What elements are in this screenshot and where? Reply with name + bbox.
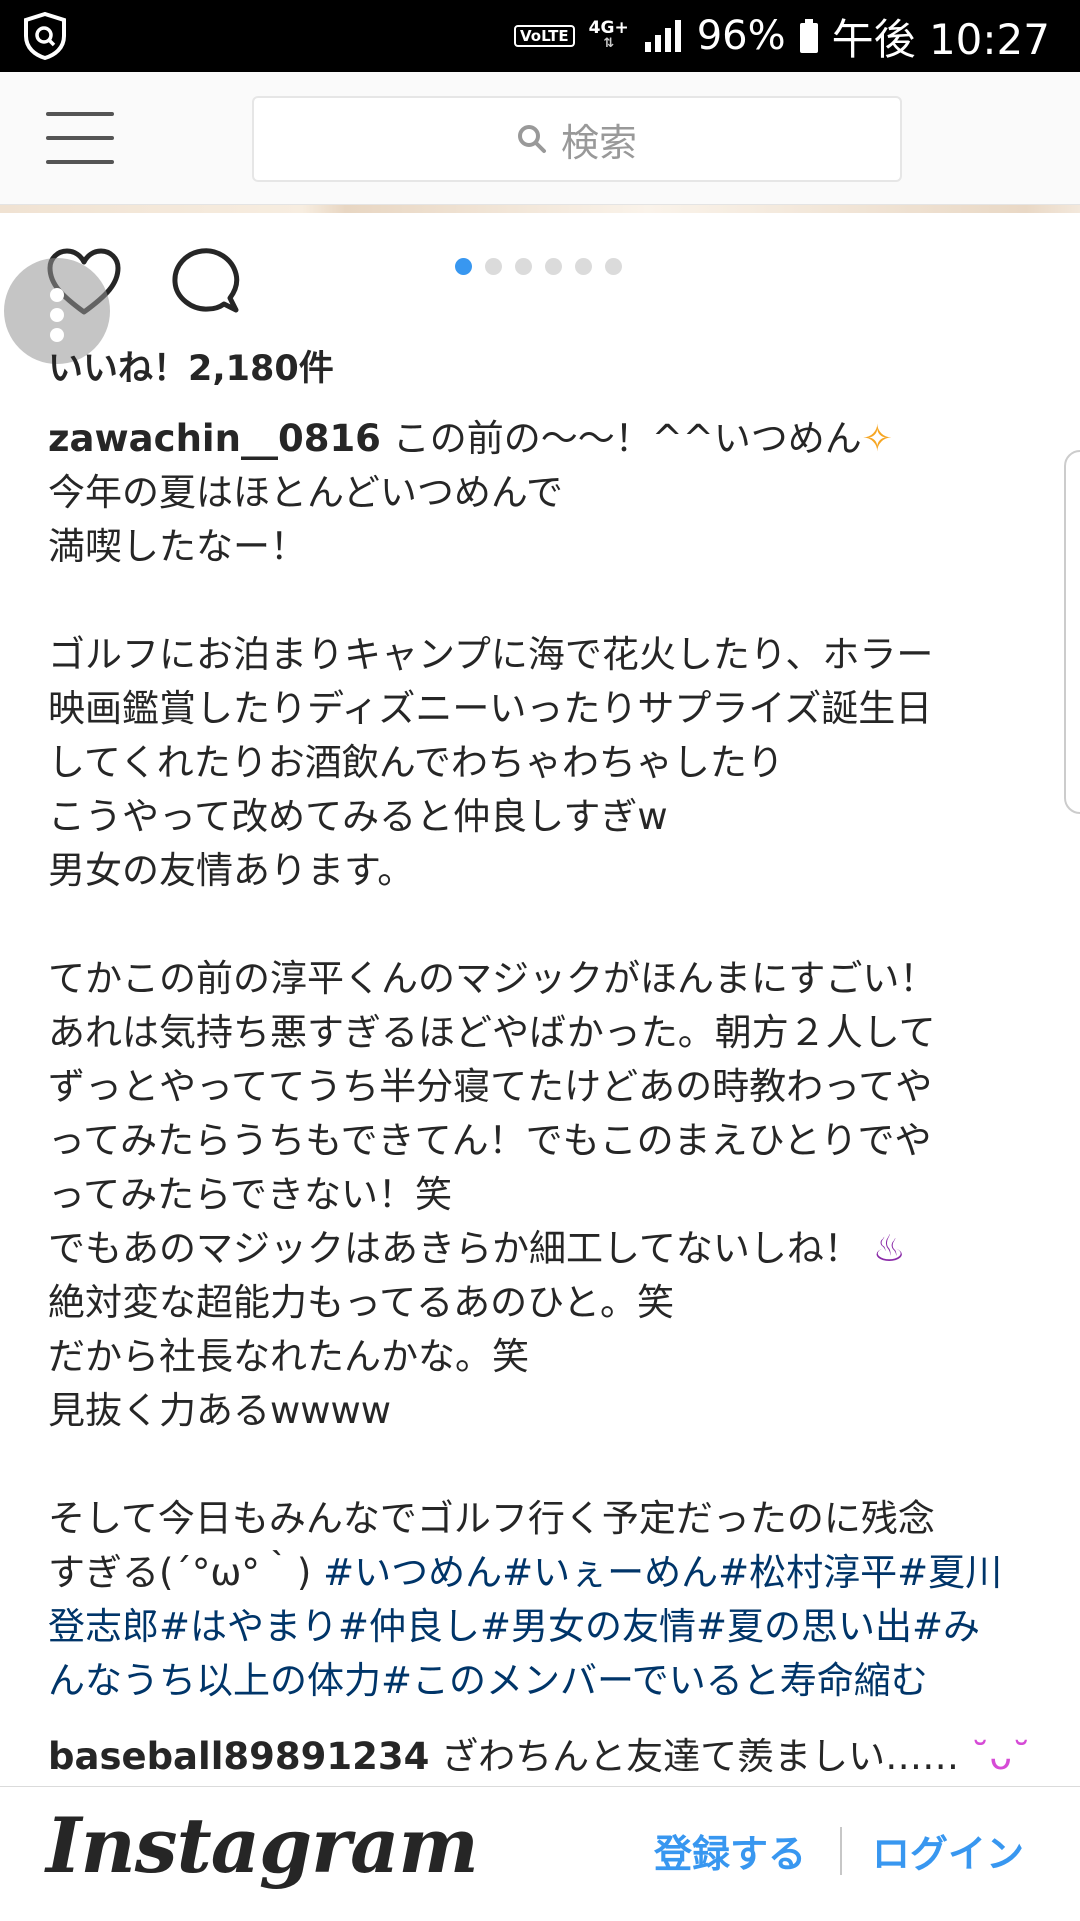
- divider: [840, 1827, 842, 1875]
- carousel-dot: [485, 258, 502, 275]
- signal-icon: [644, 20, 681, 52]
- app-header: 検索: [0, 72, 1080, 205]
- menu-button[interactable]: [46, 112, 118, 166]
- carousel-indicator: [455, 258, 622, 275]
- battery-percent: 96%: [696, 13, 786, 59]
- signup-link[interactable]: 登録する: [654, 1823, 806, 1878]
- menu-icon: [46, 112, 114, 116]
- search-icon: [517, 125, 546, 153]
- login-link[interactable]: ログイン: [872, 1823, 1024, 1878]
- battery-icon: [799, 19, 818, 53]
- search-input[interactable]: 検索: [252, 96, 902, 182]
- caption-body: 今年の夏はほとんどいつめんで 満喫したなー！ ゴルフにお泊まりキャンプに海で花火…: [48, 471, 937, 1270]
- post-caption: zawachin__0816 この前の〜〜！^^いつめん✧ 今年の夏はほとんどい…: [48, 412, 1038, 1708]
- comment-preview: baseball89891234 ざわちんと友達て羨ましい…… ˘ᴗ˘: [48, 1730, 1048, 1784]
- comment-text: ざわちんと友達て羨ましい……: [429, 1735, 960, 1778]
- volte-indicator: VoLTE: [514, 25, 575, 47]
- comment-icon[interactable]: [170, 246, 240, 316]
- emoji-icon: ˘ᴗ˘: [959, 1735, 1031, 1778]
- caption-text: この前の〜〜！^^いつめん: [380, 417, 862, 460]
- caption-body-2: 絶対変な超能力もってるあのひと。笑 だから社長なれたんかな。笑 見抜く力あるww…: [48, 1281, 935, 1594]
- post-image-edge: [0, 205, 1080, 213]
- likes-count[interactable]: いいね！2,180件: [48, 340, 334, 391]
- carousel-dot: [605, 258, 622, 275]
- post-username[interactable]: zawachin__0816: [48, 417, 381, 460]
- comment-username[interactable]: baseball89891234: [48, 1735, 429, 1778]
- sparkle-icon: ✧: [861, 417, 893, 460]
- clock: 午後 10:27: [831, 14, 1050, 64]
- search-placeholder: 検索: [560, 120, 637, 165]
- footer-bar: Instagram 登録する ログイン: [0, 1786, 1080, 1921]
- carousel-dot: [545, 258, 562, 275]
- network-indicator: 4G+ ⇅: [588, 18, 629, 52]
- shield-icon: [24, 12, 66, 60]
- carousel-dot: [575, 258, 592, 275]
- instagram-logo: Instagram: [46, 1801, 479, 1890]
- popcorn-icon: ♨: [860, 1227, 906, 1270]
- carousel-dot: [455, 258, 472, 275]
- carousel-dot: [515, 258, 532, 275]
- status-bar: VoLTE 4G+ ⇅ 96% 午後 10:27: [0, 0, 1080, 72]
- side-panel-handle[interactable]: [1064, 450, 1080, 814]
